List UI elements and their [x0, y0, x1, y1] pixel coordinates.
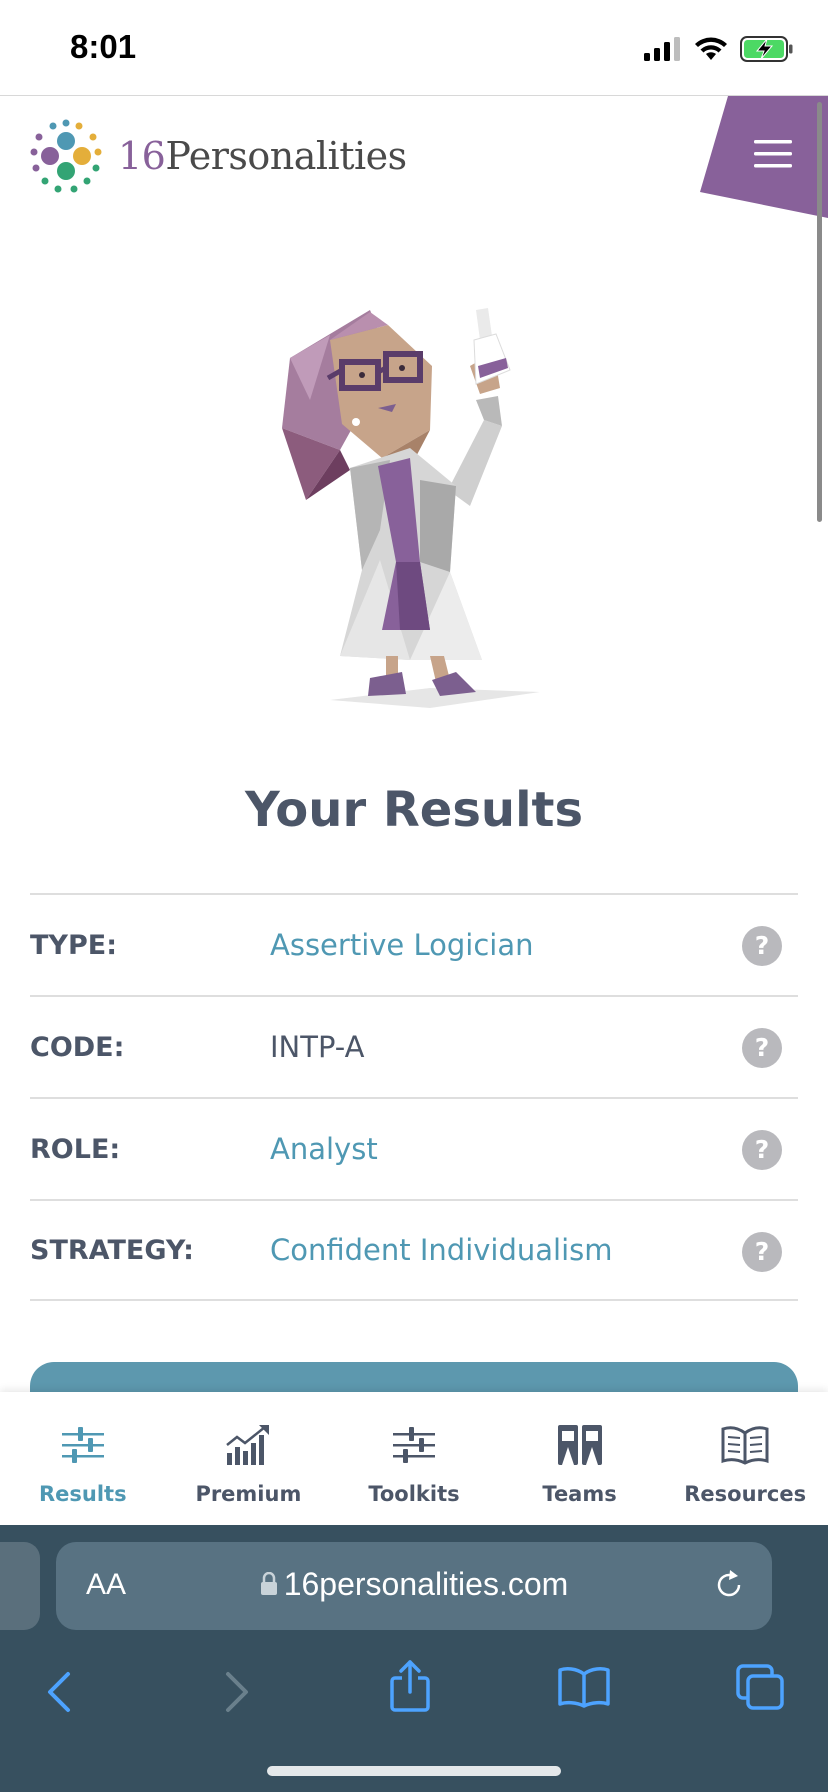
result-row-type: TYPE: Assertive Logician ? [30, 893, 798, 995]
logo-wordmark: 16Personalities [118, 134, 407, 178]
browser-toolbar [0, 1650, 828, 1746]
home-indicator [267, 1766, 561, 1776]
code-value: INTP-A [270, 1030, 365, 1064]
status-icons [644, 36, 794, 62]
status-bar: 8:01 [0, 0, 828, 96]
bottom-nav: Results Premium Toolkits Teams Resources [0, 1392, 828, 1525]
cellular-signal-icon [644, 37, 680, 61]
back-icon[interactable] [44, 1670, 74, 1714]
logo-number: 16 [118, 134, 166, 178]
help-button[interactable]: ? [742, 1130, 782, 1170]
forward-icon[interactable] [222, 1670, 252, 1714]
results-title: Your Results [244, 782, 584, 838]
battery-charging-icon [740, 36, 793, 62]
tabs-icon[interactable] [736, 1664, 784, 1710]
help-button[interactable]: ? [742, 1028, 782, 1068]
nav-label: Premium [195, 1482, 302, 1506]
open-book-icon [721, 1420, 769, 1470]
nav-item-teams[interactable]: Teams [497, 1392, 663, 1525]
logician-scientist-illustration [270, 300, 560, 720]
growth-chart-icon [225, 1420, 271, 1470]
logo-dots-icon [30, 119, 102, 193]
strategy-link[interactable]: Confident Individualism [270, 1233, 613, 1267]
nav-item-toolkits[interactable]: Toolkits [331, 1392, 497, 1525]
status-time: 8:01 [70, 28, 137, 65]
nav-label: Toolkits [368, 1482, 460, 1506]
result-label: TYPE: [30, 929, 117, 961]
result-label: STRATEGY: [30, 1234, 194, 1266]
url-display[interactable]: 16personalities.com [56, 1566, 772, 1603]
site-header: 16Personalities [0, 96, 828, 226]
nav-label: Resources [684, 1482, 807, 1506]
results-table: TYPE: Assertive Logician ? CODE: INTP-A … [30, 893, 798, 1301]
nav-label: Teams [542, 1482, 617, 1506]
nav-label: Results [38, 1482, 127, 1506]
result-row-code: CODE: INTP-A ? [30, 995, 798, 1097]
lock-icon [260, 1571, 277, 1595]
page-scrollbar[interactable] [817, 102, 822, 522]
menu-button[interactable] [700, 96, 828, 218]
team-portraits-icon [557, 1420, 603, 1470]
result-label: CODE: [30, 1031, 125, 1063]
nav-item-results[interactable]: Results [0, 1392, 166, 1525]
logo-name: Personalities [165, 134, 407, 178]
share-icon[interactable] [388, 1660, 432, 1712]
role-link[interactable]: Analyst [270, 1132, 378, 1166]
browser-chrome: AA 16personalities.com [0, 1525, 828, 1792]
url-text: 16personalities.com [283, 1566, 569, 1602]
type-link[interactable]: Assertive Logician [270, 928, 533, 962]
wifi-icon [695, 37, 727, 60]
site-logo[interactable]: 16Personalities [28, 118, 407, 194]
help-button[interactable]: ? [742, 926, 782, 966]
nav-item-premium[interactable]: Premium [166, 1392, 332, 1525]
help-button[interactable]: ? [742, 1232, 782, 1272]
nav-item-resources[interactable]: Resources [662, 1392, 828, 1525]
sliders-icon [60, 1420, 106, 1470]
reload-icon[interactable] [712, 1568, 746, 1602]
result-row-strategy: STRATEGY: Confident Individualism ? [30, 1199, 798, 1301]
bookmarks-icon[interactable] [558, 1666, 610, 1708]
sliders-icon [391, 1420, 437, 1470]
result-label: ROLE: [30, 1133, 121, 1165]
result-row-role: ROLE: Analyst ? [30, 1097, 798, 1199]
address-bar[interactable]: AA 16personalities.com [56, 1542, 772, 1630]
previous-tab-peek[interactable] [0, 1542, 40, 1630]
